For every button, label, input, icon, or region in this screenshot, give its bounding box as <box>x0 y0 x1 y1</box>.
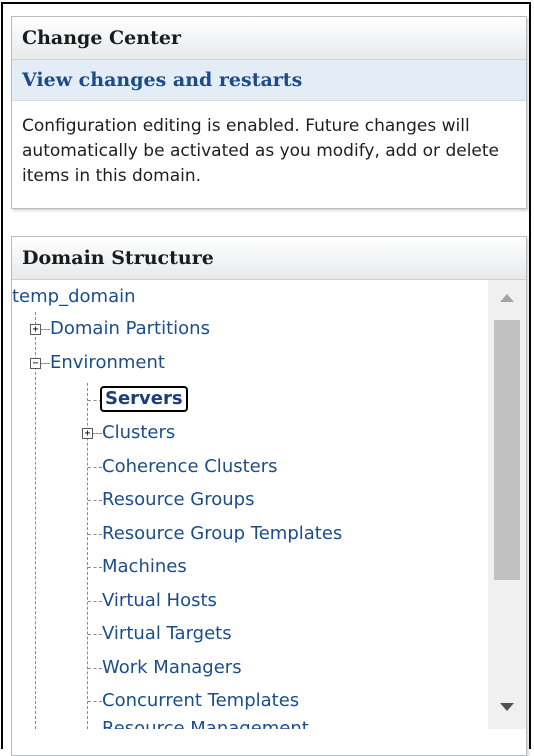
change-center-title: Change Center <box>12 17 526 60</box>
domain-structure-panel: Domain Structure + − + temp_domain Domai… <box>11 236 527 756</box>
tree-item-servers[interactable]: Servers <box>100 386 188 412</box>
tree-connector <box>40 363 50 364</box>
tree-item-machines[interactable]: Machines <box>102 554 187 580</box>
tree-connector <box>88 534 102 535</box>
domain-tree: + − + temp_domain Domain Partitions Envi… <box>12 280 488 729</box>
tree-connector <box>88 701 102 702</box>
scroll-up-icon[interactable] <box>488 280 526 320</box>
tree-connector <box>88 467 102 468</box>
expand-clusters-icon[interactable]: + <box>82 428 93 439</box>
change-center-message: Configuration editing is enabled. Future… <box>22 116 500 186</box>
tree-connector <box>40 329 50 330</box>
tree-item-resource-management[interactable]: Resource Management <box>102 716 309 729</box>
left-navigation-frame: Change Center View changes and restarts … <box>1 2 531 756</box>
domain-tree-area: + − + temp_domain Domain Partitions Envi… <box>12 280 526 729</box>
tree-item-concurrent-templates[interactable]: Concurrent Templates <box>102 688 299 714</box>
change-center-panel: Change Center View changes and restarts … <box>11 16 527 209</box>
scroll-down-icon[interactable] <box>488 689 526 729</box>
tree-connector <box>35 312 36 729</box>
tree-connector <box>92 433 102 434</box>
tree-connector <box>88 567 102 568</box>
tree-root-temp-domain[interactable]: temp_domain <box>12 284 136 310</box>
tree-item-environment[interactable]: Environment <box>50 350 165 376</box>
tree-item-work-managers[interactable]: Work Managers <box>102 655 242 681</box>
view-changes-link[interactable]: View changes and restarts <box>12 60 526 101</box>
tree-connector <box>88 500 102 501</box>
scrollbar-thumb[interactable] <box>494 320 520 580</box>
tree-item-coherence-clusters[interactable]: Coherence Clusters <box>102 454 278 480</box>
expand-domain-partitions-icon[interactable]: + <box>30 324 41 335</box>
tree-item-resource-groups[interactable]: Resource Groups <box>102 487 254 513</box>
tree-item-domain-partitions[interactable]: Domain Partitions <box>50 316 210 342</box>
tree-item-resource-group-templates[interactable]: Resource Group Templates <box>102 521 342 547</box>
tree-scrollbar[interactable] <box>488 280 526 729</box>
tree-item-virtual-targets[interactable]: Virtual Targets <box>102 621 232 647</box>
tree-connector <box>88 634 102 635</box>
tree-item-clusters[interactable]: Clusters <box>102 420 175 446</box>
domain-structure-title: Domain Structure <box>12 237 526 280</box>
tree-connector <box>88 601 102 602</box>
tree-connector <box>88 668 102 669</box>
tree-item-virtual-hosts[interactable]: Virtual Hosts <box>102 588 217 614</box>
collapse-environment-icon[interactable]: − <box>30 358 41 369</box>
